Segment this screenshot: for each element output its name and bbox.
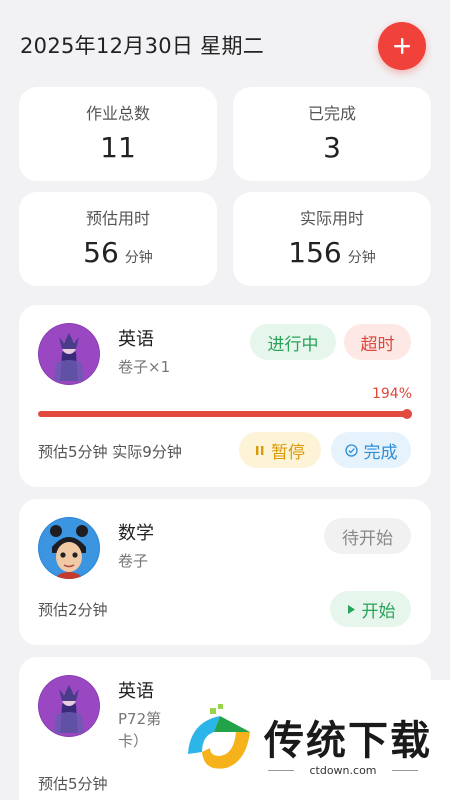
avatar xyxy=(38,517,100,579)
stat-estimated-unit: 分钟 xyxy=(124,250,153,266)
complete-button[interactable]: 完成 xyxy=(331,432,411,468)
task-time: 预估5分钟 xyxy=(38,775,108,793)
progress-knob xyxy=(402,409,412,419)
stat-actual-value-wrap: 156 分钟 xyxy=(233,236,431,269)
watermark-logo-icon xyxy=(188,704,250,769)
stat-estimated-label: 预估用时 xyxy=(85,209,150,228)
add-homework-button[interactable] xyxy=(378,22,426,70)
watermark-text: 传统下载 xyxy=(264,718,432,764)
play-icon xyxy=(347,604,355,614)
stat-total: 作业总数 11 xyxy=(19,87,217,181)
avatar xyxy=(38,675,100,737)
stat-actual-label: 实际用时 xyxy=(299,209,364,228)
task-detail: P72第卡） xyxy=(118,708,161,752)
progress-percent: 194% xyxy=(371,386,412,402)
task-card[interactable]: 数学 卷子 待开始 预估2分钟 开始 xyxy=(19,499,431,645)
task-detail: 卷子 xyxy=(118,552,149,570)
watermark: 传统下载 ctdown.com xyxy=(172,680,450,800)
stat-total-value: 11 xyxy=(100,131,136,164)
pause-button[interactable]: 暂停 xyxy=(239,432,321,468)
stat-done: 已完成 3 xyxy=(233,87,431,181)
task-detail-line1: P72第 xyxy=(118,710,162,728)
stat-done-label: 已完成 xyxy=(307,104,356,123)
task-card[interactable]: 英语 卷子×1 进行中 超时 194% 预估5分钟 实际9分钟 暂停 完成 xyxy=(19,305,431,487)
date-title: 2025年12月30日 星期二 xyxy=(20,34,265,58)
stat-total-label: 作业总数 xyxy=(85,104,150,123)
stat-actual-unit: 分钟 xyxy=(347,250,376,266)
pause-icon xyxy=(256,445,264,455)
task-subject: 英语 xyxy=(118,329,154,350)
status-badge: 待开始 xyxy=(324,518,411,554)
status-badge: 进行中 xyxy=(250,324,336,360)
check-circle-icon xyxy=(344,443,358,457)
pause-button-label: 暂停 xyxy=(271,442,305,463)
stat-actual-value: 156 xyxy=(288,236,342,269)
task-time: 预估2分钟 xyxy=(38,601,108,619)
start-button-label: 开始 xyxy=(361,601,396,622)
complete-button-label: 完成 xyxy=(363,442,398,463)
plus-icon xyxy=(394,38,410,54)
task-subject: 英语 xyxy=(118,681,154,702)
stat-actual: 实际用时 156 分钟 xyxy=(233,192,431,286)
task-time: 预估5分钟 实际9分钟 xyxy=(38,443,182,461)
header: 2025年12月30日 星期二 xyxy=(0,0,450,88)
stat-estimated-value: 56 xyxy=(83,236,119,269)
avatar xyxy=(38,323,100,385)
progress-fill xyxy=(38,411,412,417)
watermark-divider xyxy=(392,770,418,771)
task-detail: 卷子×1 xyxy=(118,358,171,376)
stat-estimated: 预估用时 56 分钟 xyxy=(19,192,217,286)
progress-bar xyxy=(38,409,412,419)
task-subject: 数学 xyxy=(118,523,154,544)
stat-estimated-value-wrap: 56 分钟 xyxy=(19,236,217,269)
task-detail-line2: 卡） xyxy=(118,732,149,750)
stat-done-value: 3 xyxy=(323,131,341,164)
start-button[interactable]: 开始 xyxy=(330,591,411,627)
overtime-badge: 超时 xyxy=(344,324,411,360)
